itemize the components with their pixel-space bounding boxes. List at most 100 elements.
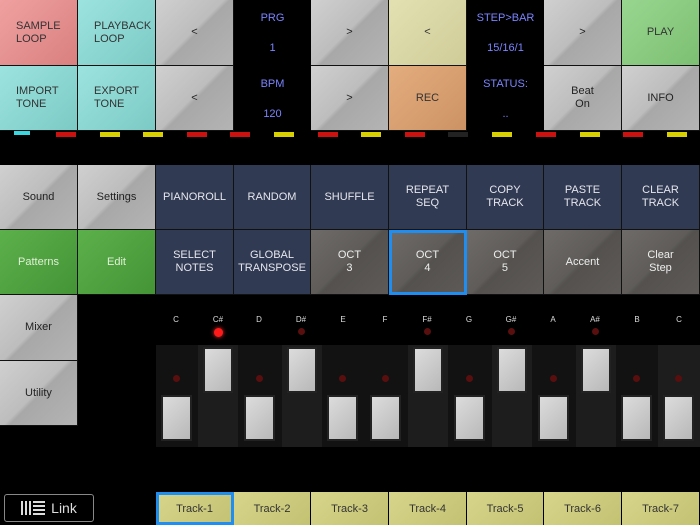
natural-key-column[interactable] [532,345,576,447]
piano-key-c-sharp[interactable] [203,347,233,393]
natural-key-column[interactable] [322,345,364,447]
shuffle-button[interactable]: SHUFFLE [311,165,389,230]
accent-button[interactable]: Accent [544,230,622,295]
note-label: C [173,314,179,324]
note-label: A# [590,314,600,324]
sharp-key-column[interactable] [198,345,238,447]
step-indicator [230,132,250,137]
step-display: STEP>BAR 15/16/1 [467,0,544,66]
note-label: G [465,314,473,324]
prg-prev-button[interactable]: < [156,0,234,66]
clear-step-button[interactable]: Clear Step [622,230,700,295]
sound-tab[interactable]: Sound [0,165,78,230]
sharp-key-column[interactable] [282,345,322,447]
global-transpose-button[interactable]: GLOBAL TRANSPOSE [234,230,311,295]
step-indicator [361,132,381,137]
piano-key-d-sharp[interactable] [287,347,317,393]
note-led [675,375,682,382]
track-1-tab[interactable]: Track-1 [156,492,234,525]
piano-key-c-high[interactable] [663,395,694,441]
rec-button[interactable]: REC [389,66,467,131]
info-button[interactable]: INFO [622,66,700,131]
oct-4-button[interactable]: OCT 4 [389,230,467,295]
natural-key-column[interactable] [238,345,282,447]
natural-key-column[interactable] [364,345,408,447]
note-led-active [214,328,223,337]
note-label: D [256,314,262,324]
sample-loop-button[interactable]: SAMPLE LOOP [0,0,78,66]
track-6-tab[interactable]: Track-6 [544,492,622,525]
mixer-tab[interactable]: Mixer [0,295,78,361]
select-notes-button[interactable]: SELECT NOTES [156,230,234,295]
import-tone-button[interactable]: IMPORT TONE [0,66,78,131]
note-led [508,328,515,335]
piano-key-b[interactable] [621,395,652,441]
note-led [256,375,263,382]
natural-key-column[interactable] [658,345,700,447]
step-label: STEP>BAR [476,12,535,24]
step-indicator [667,132,687,137]
sharp-key-column[interactable] [576,345,616,447]
clear-track-button[interactable]: CLEAR TRACK [622,165,700,230]
piano-key-c[interactable] [161,395,192,441]
track-5-tab[interactable]: Track-5 [467,492,544,525]
piano-key-f-sharp[interactable] [413,347,443,393]
note-label: F [382,314,388,324]
step-next-button[interactable]: > [544,0,622,66]
step-prev-button[interactable]: < [389,0,467,66]
prg-next-button[interactable]: > [311,0,389,66]
export-tone-button[interactable]: EXPORT TONE [78,66,156,131]
note-led [466,375,473,382]
oct-5-button[interactable]: OCT 5 [467,230,544,295]
piano-key-g[interactable] [454,395,485,441]
prg-display: PRG 1 [234,0,311,66]
natural-key-column[interactable] [156,345,198,447]
piano-key-g-sharp[interactable] [497,347,527,393]
track-4-tab[interactable]: Track-4 [389,492,467,525]
note-label: G# [505,314,517,324]
step-indicator [187,132,207,137]
patterns-tab[interactable]: Patterns [0,230,78,295]
note-led [339,375,346,382]
piano-key-f[interactable] [370,395,401,441]
step-indicator [318,132,338,137]
bpm-next-button[interactable]: > [311,66,389,131]
track-3-tab[interactable]: Track-3 [311,492,389,525]
pianoroll-button[interactable]: PIANOROLL [156,165,234,230]
oct-3-button[interactable]: OCT 3 [311,230,389,295]
piano-key-a[interactable] [538,395,569,441]
natural-key-column[interactable] [616,345,658,447]
sharp-key-column[interactable] [408,345,448,447]
link-label: Link [51,500,77,516]
repeat-seq-button[interactable]: REPEAT SEQ [389,165,467,230]
piano-key-e[interactable] [327,395,358,441]
copy-track-button[interactable]: COPY TRACK [467,165,544,230]
random-button[interactable]: RANDOM [234,165,311,230]
sharp-key-column[interactable] [492,345,532,447]
bpm-prev-button[interactable]: < [156,66,234,131]
edit-tab[interactable]: Edit [78,230,156,295]
note-led [592,328,599,335]
track-7-tab[interactable]: Track-7 [622,492,700,525]
step-indicator [56,132,76,137]
step-value: 15/16/1 [487,42,524,54]
ableton-link-button[interactable]: Link [4,494,94,522]
paste-track-button[interactable]: PASTE TRACK [544,165,622,230]
status-label: STATUS: [483,77,528,90]
utility-tab[interactable]: Utility [0,361,78,426]
natural-key-column[interactable] [448,345,492,447]
prg-value: 1 [269,42,276,54]
link-icon [21,501,46,515]
note-label: E [340,314,346,324]
note-led [382,375,389,382]
settings-tab[interactable]: Settings [78,165,156,230]
bpm-value: 120 [263,107,282,120]
track-2-tab[interactable]: Track-2 [234,492,311,525]
play-button[interactable]: PLAY [622,0,700,66]
bpm-display: BPM 120 [234,66,311,131]
piano-key-d[interactable] [244,395,275,441]
piano-key-a-sharp[interactable] [581,347,611,393]
step-indicator [492,132,512,137]
beat-on-button[interactable]: Beat On [544,66,622,131]
playback-loop-button[interactable]: PLAYBACK LOOP [78,0,156,66]
